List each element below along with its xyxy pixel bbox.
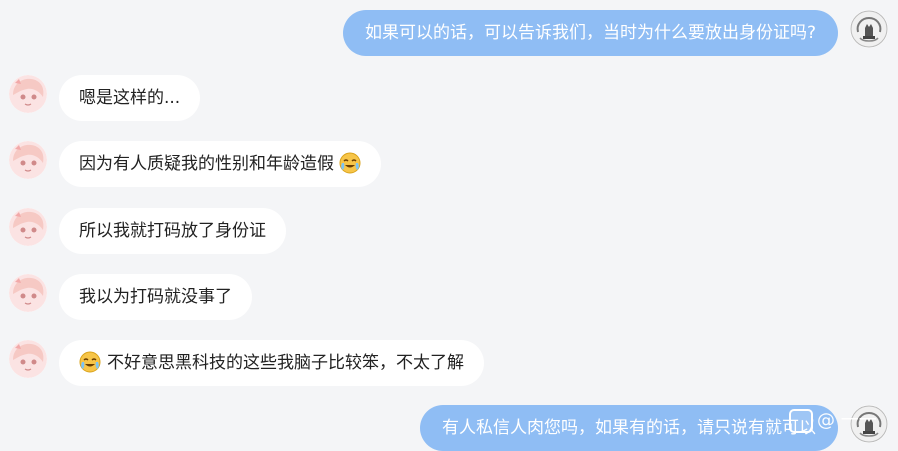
chess-avatar-icon (850, 10, 888, 48)
message-text: 有人私信人肉您吗，如果有的话，请只说有就可以 (442, 418, 816, 438)
watermark-text: @ 一一 (817, 410, 877, 431)
anime-girl-avatar-icon (9, 141, 47, 179)
user-avatar[interactable] (850, 10, 888, 48)
other-message-bubble: 所以我就打码放了身份证 (59, 208, 286, 254)
laugh-crying-emoji-icon (79, 351, 101, 372)
message-text: 因为有人质疑我的性别和年龄造假 (79, 154, 334, 174)
other-message-bubble: 嗯是这样的... (59, 75, 201, 121)
laugh-crying-emoji-icon (339, 152, 361, 173)
message-text: 如果可以的话，可以告诉我们，当时为什么要放出身份证吗? (364, 23, 816, 43)
other-avatar[interactable] (9, 75, 47, 113)
other-avatar[interactable] (9, 208, 47, 246)
other-avatar[interactable] (9, 340, 47, 378)
message-text: 嗯是这样的... (79, 88, 181, 108)
user-message-bubble: 有人私信人肉您吗，如果有的话，请只说有就可以 (420, 405, 838, 451)
message-text: 所以我就打码放了身份证 (79, 221, 266, 241)
anime-girl-avatar-icon (9, 340, 47, 378)
anime-girl-avatar-icon (9, 75, 47, 113)
zhihu-logo-icon (789, 409, 813, 433)
other-message-bubble: 我以为打码就没事了 (59, 274, 252, 320)
anime-girl-avatar-icon (9, 274, 47, 312)
message-text: 不好意思黑科技的这些我脑子比较笨，不太了解 (107, 353, 464, 373)
anime-girl-avatar-icon (9, 208, 47, 246)
message-text: 我以为打码就没事了 (79, 287, 232, 307)
other-avatar[interactable] (9, 141, 47, 179)
user-message-bubble: 如果可以的话，可以告诉我们，当时为什么要放出身份证吗? (342, 10, 838, 56)
other-message-bubble: 因为有人质疑我的性别和年龄造假 (59, 141, 382, 187)
other-avatar[interactable] (9, 274, 47, 312)
other-message-bubble: 不好意思黑科技的这些我脑子比较笨，不太了解 (59, 340, 484, 386)
